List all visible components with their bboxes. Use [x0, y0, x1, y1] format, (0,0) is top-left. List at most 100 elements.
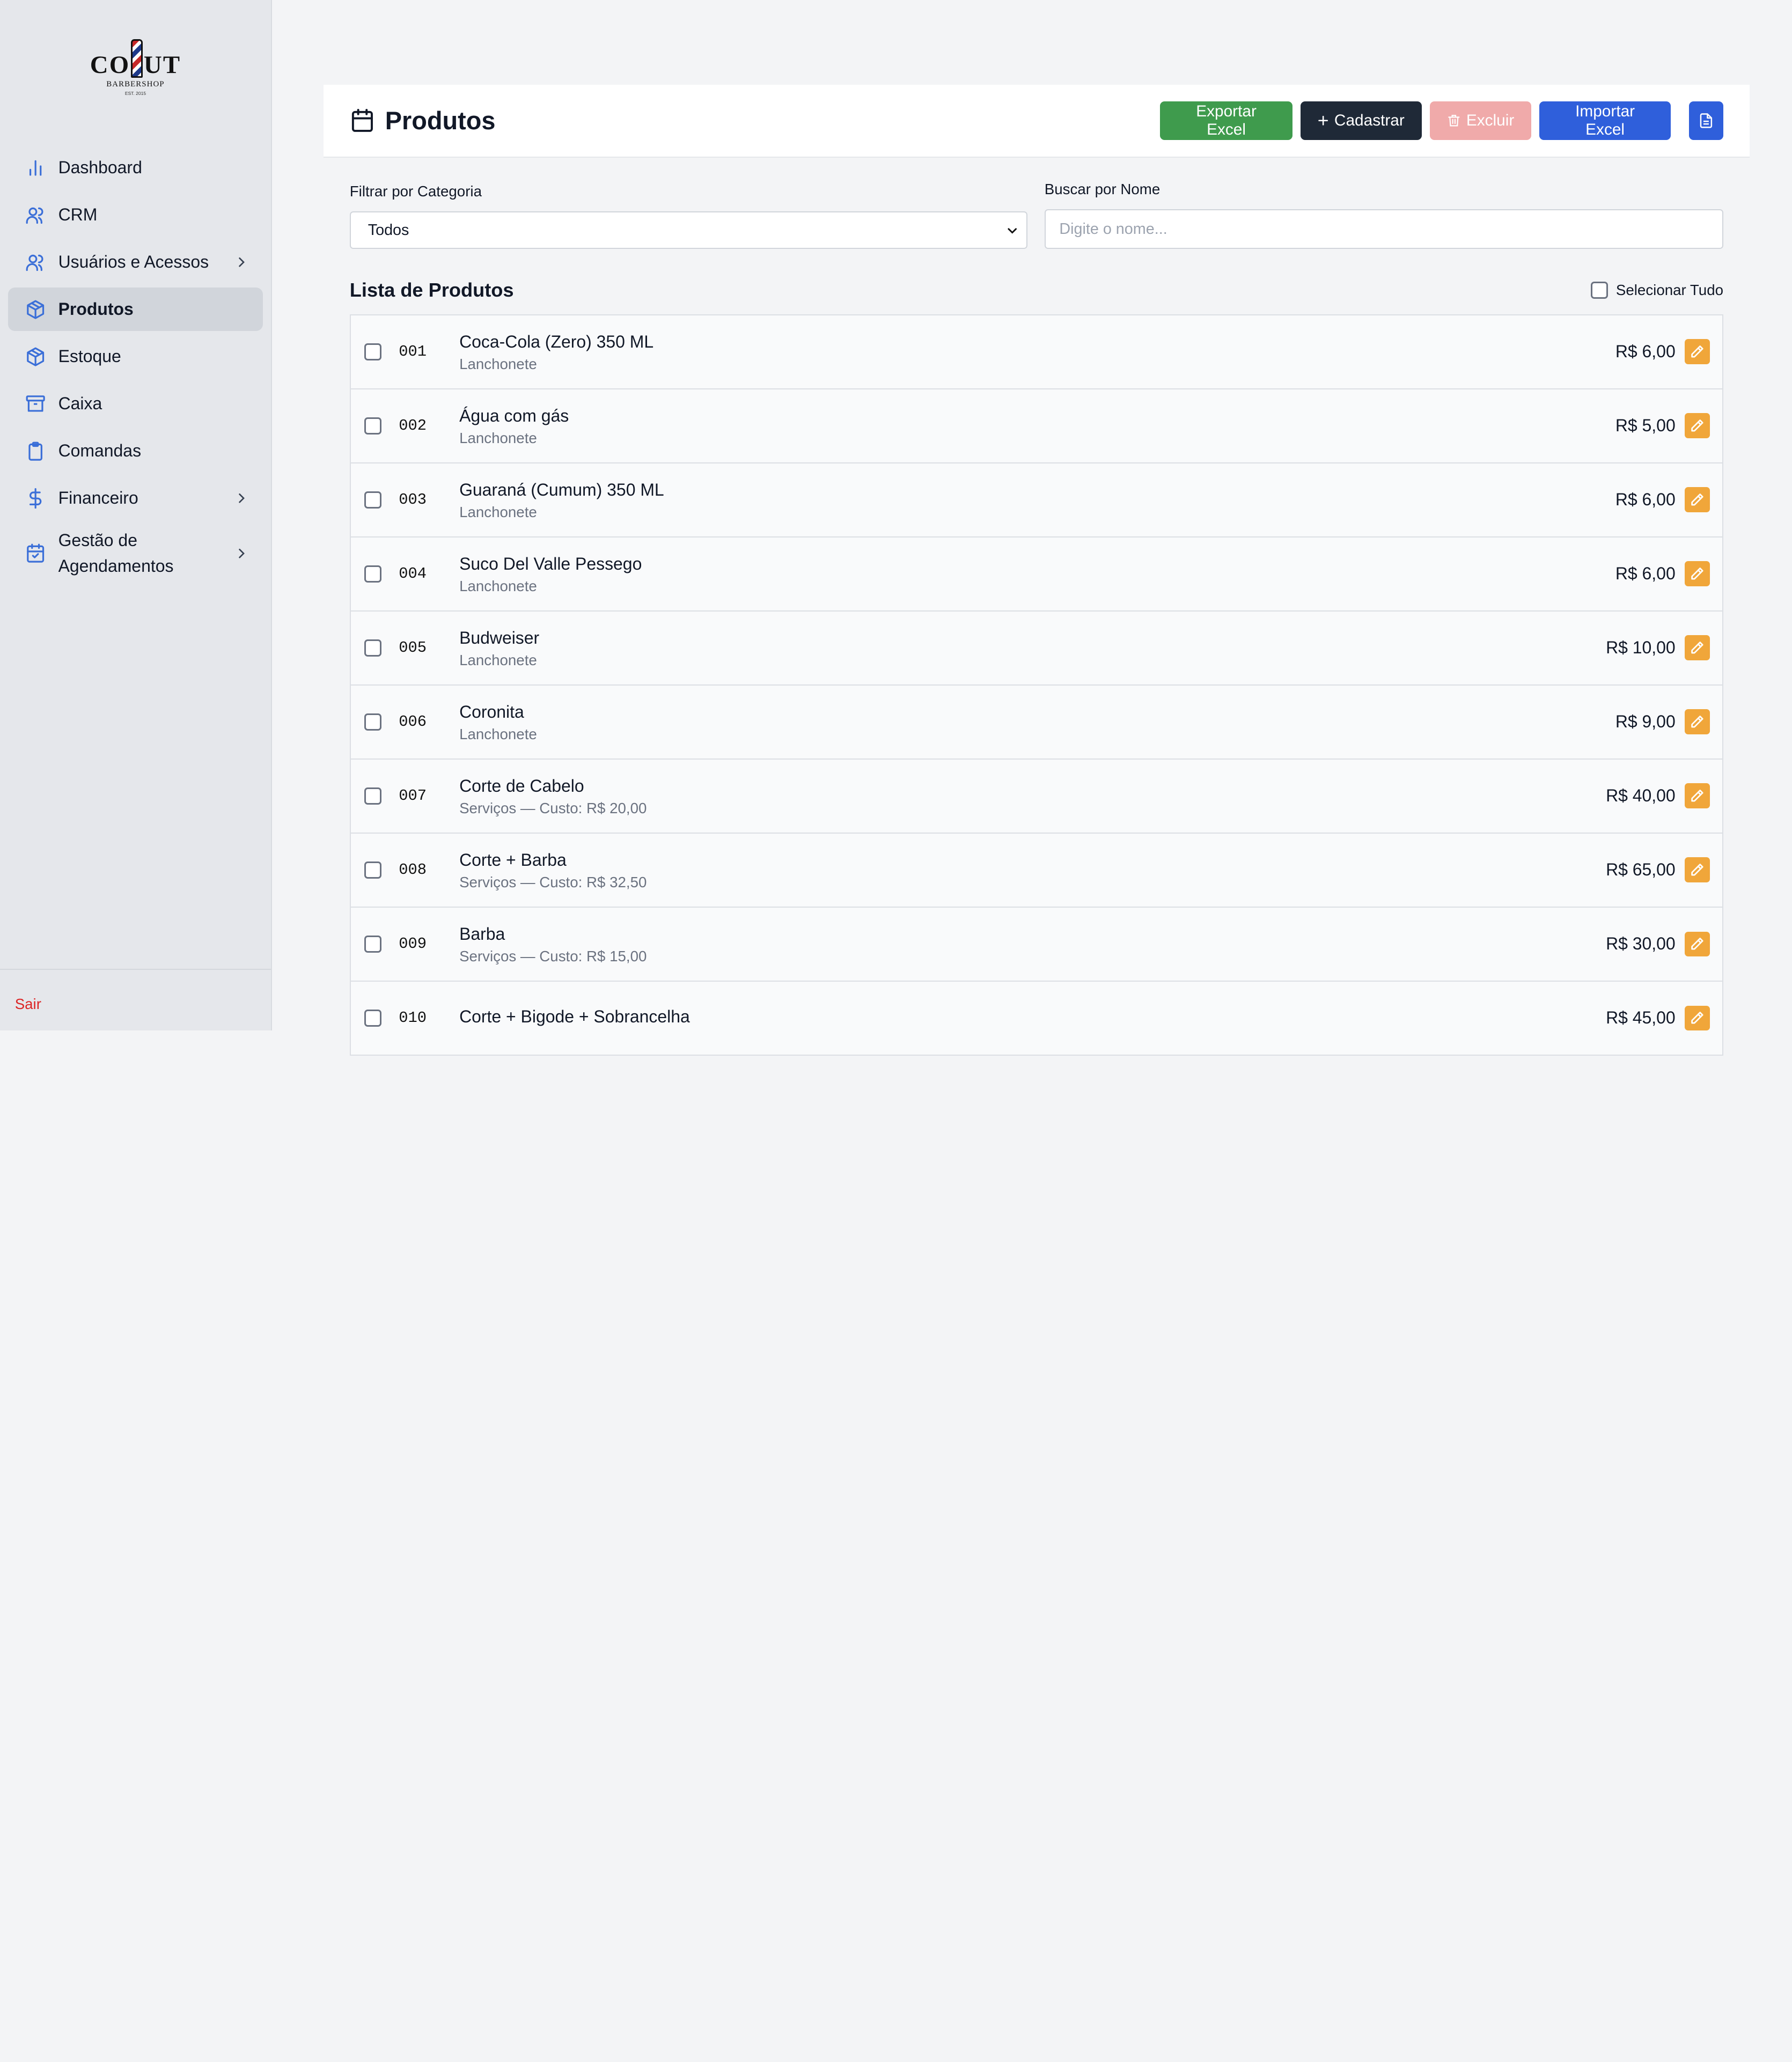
product-price: R$ 40,00 [1606, 786, 1676, 806]
row-checkbox[interactable] [364, 935, 382, 953]
product-price: R$ 6,00 [1615, 490, 1676, 510]
product-name: Corte + Bigode + Sobrancelha [459, 1007, 690, 1027]
table-row[interactable]: 009 Barba Serviços — Custo: R$ 15,00 R$ 30,… [350, 908, 1723, 982]
chevron-right-icon [233, 490, 249, 506]
table-row[interactable]: 007 Corte de Cabelo Serviços — Custo: R$ 2… [350, 760, 1723, 834]
product-category: Lanchonete [459, 355, 537, 372]
product-price: R$ 6,00 [1615, 342, 1676, 362]
brand-logo: CO UT BARBERSHOP EST. 2015 [0, 0, 271, 146]
table-row[interactable]: 005 Budweiser Lanchonete R$ 10,00 [350, 612, 1723, 686]
import-excel-button[interactable]: Importar Excel [1539, 101, 1671, 140]
edit-button[interactable] [1684, 413, 1710, 439]
product-name: Corte + Barba [459, 850, 567, 870]
calendar-icon [351, 109, 373, 132]
product-code: 003 [399, 491, 427, 509]
product-price: R$ 45,00 [1606, 1008, 1676, 1028]
edit-button[interactable] [1684, 1005, 1710, 1031]
row-checkbox[interactable] [364, 713, 382, 731]
sidebar-item-financeiro[interactable]: Financeiro [8, 476, 263, 520]
pencil-icon [1691, 864, 1703, 876]
product-info: Coronita Lanchonete [459, 701, 1615, 743]
sidebar-item-label: Comandas [58, 440, 142, 460]
header-actions: Exportar Excel Cadastrar Excluir Importa… [1160, 101, 1724, 140]
chevron-right-icon [233, 546, 249, 562]
sidebar-nav: Dashboard CRM Usuários e Acessos Produto… [0, 146, 271, 583]
name-search-input[interactable] [1044, 209, 1723, 249]
table-row[interactable]: 001 Coca-Cola (Zero) 350 ML Lanchonete R$ 6… [350, 315, 1723, 389]
category-select[interactable]: Todos [349, 211, 1027, 249]
export-excel-button[interactable]: Exportar Excel [1160, 101, 1293, 140]
sidebar-item-comandas[interactable]: Comandas [8, 429, 263, 473]
barber-pole-icon [131, 39, 143, 78]
row-checkbox[interactable] [364, 565, 382, 583]
row-checkbox[interactable] [364, 861, 382, 879]
table-row[interactable]: 006 Coronita Lanchonete R$ 9,00 [350, 686, 1723, 760]
sidebar-footer: Sair [0, 969, 271, 1036]
product-name: Barba [459, 924, 505, 944]
table-row[interactable]: 010 Corte + Bigode + Sobrancelha R$ 45,00 [350, 982, 1723, 1056]
row-checkbox[interactable] [364, 491, 382, 509]
category-filter: Filtrar por Categoria Todos [349, 183, 1027, 249]
row-checkbox[interactable] [364, 639, 382, 657]
create-label: Cadastrar [1334, 111, 1405, 129]
select-all-checkbox[interactable] [1591, 282, 1608, 299]
edit-button[interactable] [1684, 561, 1710, 587]
row-checkbox[interactable] [364, 343, 382, 360]
main-content: Produtos Exportar Excel Cadastrar Exclui… [272, 0, 1792, 1056]
sidebar-item-produtos[interactable]: Produtos [8, 288, 263, 332]
product-name: Corte de Cabelo [459, 776, 584, 796]
sidebar-item-gestao-agendamentos[interactable]: Gestão de Agendamentos [8, 524, 263, 583]
sidebar-item-dashboard[interactable]: Dashboard [8, 146, 263, 190]
logo-text-right: UT [143, 51, 181, 79]
sidebar-item-usuarios-acessos[interactable]: Usuários e Acessos [8, 241, 263, 284]
row-checkbox[interactable] [364, 787, 382, 805]
product-price: R$ 30,00 [1606, 934, 1676, 954]
clipboard-icon [25, 441, 46, 461]
product-category: Lanchonete [459, 503, 537, 520]
product-name: Água com gás [459, 406, 569, 425]
table-row[interactable]: 008 Corte + Barba Serviços — Custo: R$ 32,… [350, 834, 1723, 908]
dollar-icon [25, 488, 46, 509]
plus-icon [1318, 115, 1328, 126]
product-info: Barba Serviços — Custo: R$ 15,00 [459, 923, 1606, 965]
product-category: Lanchonete [459, 725, 537, 742]
logout-link[interactable]: Sair [15, 996, 41, 1012]
create-button[interactable]: Cadastrar [1301, 101, 1422, 140]
product-price: R$ 10,00 [1606, 638, 1676, 658]
pencil-icon [1691, 716, 1703, 728]
table-row[interactable]: 003 Guaraná (Cumum) 350 ML Lanchonete R$ 6,… [350, 463, 1723, 537]
edit-button[interactable] [1684, 339, 1710, 365]
edit-button[interactable] [1684, 487, 1710, 513]
product-name: Guaraná (Cumum) 350 ML [459, 480, 664, 499]
report-button[interactable] [1689, 101, 1724, 140]
pencil-icon [1691, 568, 1703, 580]
row-checkbox[interactable] [364, 417, 382, 435]
sidebar-item-label: Financeiro [58, 488, 138, 507]
select-all-toggle[interactable]: Selecionar Tudo [1591, 282, 1723, 299]
sidebar-item-label: Dashboard [58, 158, 142, 178]
sidebar-item-label: Caixa [58, 393, 102, 413]
page-title: Produtos [385, 106, 496, 135]
product-code: 005 [399, 639, 427, 657]
row-checkbox[interactable] [364, 1009, 382, 1027]
app-root: CO UT BARBERSHOP EST. 2015 Dashboard CRM [0, 0, 1792, 1056]
table-row[interactable]: 004 Suco Del Valle Pessego Lanchonete R$ 6,… [350, 537, 1723, 612]
edit-button[interactable] [1684, 783, 1710, 809]
product-info: Água com gás Lanchonete [459, 405, 1615, 447]
edit-button[interactable] [1684, 635, 1710, 661]
product-code: 009 [399, 935, 427, 953]
product-code: 010 [399, 1009, 427, 1027]
edit-button[interactable] [1684, 857, 1710, 883]
box-icon [25, 347, 46, 367]
product-name: Coca-Cola (Zero) 350 ML [459, 332, 654, 351]
table-row[interactable]: 002 Água com gás Lanchonete R$ 5,00 [350, 389, 1723, 463]
sidebar-item-estoque[interactable]: Estoque [8, 335, 263, 378]
pencil-icon [1691, 494, 1703, 506]
delete-button[interactable]: Excluir [1429, 101, 1532, 140]
edit-button[interactable] [1684, 709, 1710, 735]
sidebar-item-crm[interactable]: CRM [8, 194, 263, 237]
edit-button[interactable] [1684, 931, 1710, 957]
sidebar-item-caixa[interactable]: Caixa [8, 382, 263, 425]
pencil-icon [1691, 419, 1703, 432]
pencil-icon [1691, 642, 1703, 654]
